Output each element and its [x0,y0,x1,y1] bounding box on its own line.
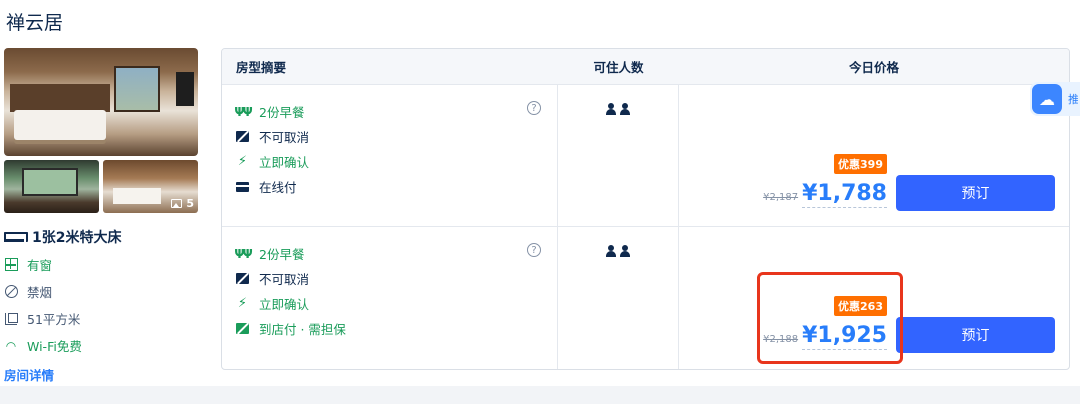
no-cancel-icon [236,273,249,284]
book-button[interactable]: 预订 [896,317,1055,353]
help-icon[interactable]: ? [527,101,541,115]
book-button[interactable]: 预订 [896,175,1055,211]
price-cell: 优惠399 ¥2,187 ¥1,788 预订 [679,85,1069,226]
instant-confirm-icon: ⚡ [237,154,248,169]
feature-label: 到店付 · 需担保 [259,322,346,337]
wifi-icon: ◠ [5,338,17,353]
feature-cancel: 不可取消 [236,266,543,291]
room-attr-label: 51平方米 [27,312,81,327]
bed-icon [4,230,28,244]
no-smoking-icon [4,285,18,298]
hotel-name: 禅云居 [6,12,64,34]
table-header: 房型摘要 可住人数 今日价格 [222,49,1069,85]
page-bottom-bar [0,386,1080,404]
window-icon [4,258,18,271]
rate-summary: ΨΨ 2份早餐 不可取消 ⚡ 立即确认 到店付 · 需担保 ? [222,227,558,369]
instant-confirm-icon: ⚡ [237,296,248,311]
online-pay-icon [236,181,250,192]
room-attr-smoking: 禁烟 [4,282,198,301]
price-highlight-box [757,272,903,364]
rate-table: 房型摘要 可住人数 今日价格 ΨΨ 2份早餐 不可取消 ⚡ 立即确认 在线付 ? [221,48,1070,370]
room-attr-area: 51平方米 [4,309,198,328]
floating-assistant-button[interactable]: ☁ 推 [1030,82,1080,116]
room-attr-window: 有窗 [4,255,198,274]
breakfast-icon: ΨΨ [234,246,252,261]
discount-badge: 优惠399 [834,154,887,174]
floating-button-label: 推 [1068,93,1078,106]
room-info-panel: 5 1张2米特大床 有窗 禁烟 51平方米 ◠ Wi-Fi免费 房间详情 [4,48,198,384]
room-main-photo[interactable] [4,48,198,156]
original-price: ¥2,187 [763,192,799,203]
no-cancel-icon [236,131,249,142]
feature-confirm: ⚡ 立即确认 [236,149,543,174]
room-thumbnail-1[interactable] [4,160,99,213]
room-attr-wifi: ◠ Wi-Fi免费 [4,336,198,355]
photo-count: 5 [186,197,194,210]
area-icon [5,312,18,325]
feature-label: 2份早餐 [259,105,305,120]
occupancy-cell [558,85,679,226]
bed-type-label: 1张2米特大床 [32,230,122,246]
feature-label: 立即确认 [259,297,310,312]
room-attr-label: 禁烟 [27,285,53,300]
feature-label: 不可取消 [259,130,310,145]
photo-count-badge: 5 [171,197,194,210]
occupancy-cell [558,227,679,369]
breakfast-icon: ΨΨ [234,104,252,119]
rate-summary: ΨΨ 2份早餐 不可取消 ⚡ 立即确认 在线付 ? [222,85,558,226]
feature-breakfast: ΨΨ 2份早餐 [234,241,543,266]
cloud-icon: ☁ [1032,84,1062,114]
room-detail-link[interactable]: 房间详情 [4,365,198,384]
bed-type: 1张2米特大床 [4,227,198,247]
room-attr-label: 有窗 [27,258,53,273]
feature-label: 立即确认 [259,155,310,170]
pay-at-hotel-icon [236,323,249,334]
feature-label: 2份早餐 [259,247,305,262]
feature-payment: 在线付 [236,174,543,199]
room-thumbnail-2[interactable]: 5 [103,160,198,213]
room-attr-label: Wi-Fi免费 [27,339,82,354]
header-summary: 房型摘要 [236,60,287,75]
feature-breakfast: ΨΨ 2份早餐 [234,99,543,124]
feature-cancel: 不可取消 [236,124,543,149]
feature-confirm: ⚡ 立即确认 [236,291,543,316]
feature-payment: 到店付 · 需担保 [236,316,543,341]
feature-label: 在线付 [259,180,297,195]
header-price: 今日价格 [848,60,899,75]
current-price[interactable]: ¥1,788 [802,181,887,208]
header-occupancy: 可住人数 [593,60,644,75]
table-row: ΨΨ 2份早餐 不可取消 ⚡ 立即确认 到店付 · 需担保 ? 优惠263 ¥2… [222,227,1069,369]
two-persons-icon [606,103,630,226]
table-row: ΨΨ 2份早餐 不可取消 ⚡ 立即确认 在线付 ? 优惠399 ¥2,187 ¥… [222,85,1069,227]
help-icon[interactable]: ? [527,243,541,257]
price-line: ¥2,187 ¥1,788 [763,181,887,208]
feature-label: 不可取消 [259,272,310,287]
picture-icon [171,199,183,208]
two-persons-icon [606,245,630,369]
